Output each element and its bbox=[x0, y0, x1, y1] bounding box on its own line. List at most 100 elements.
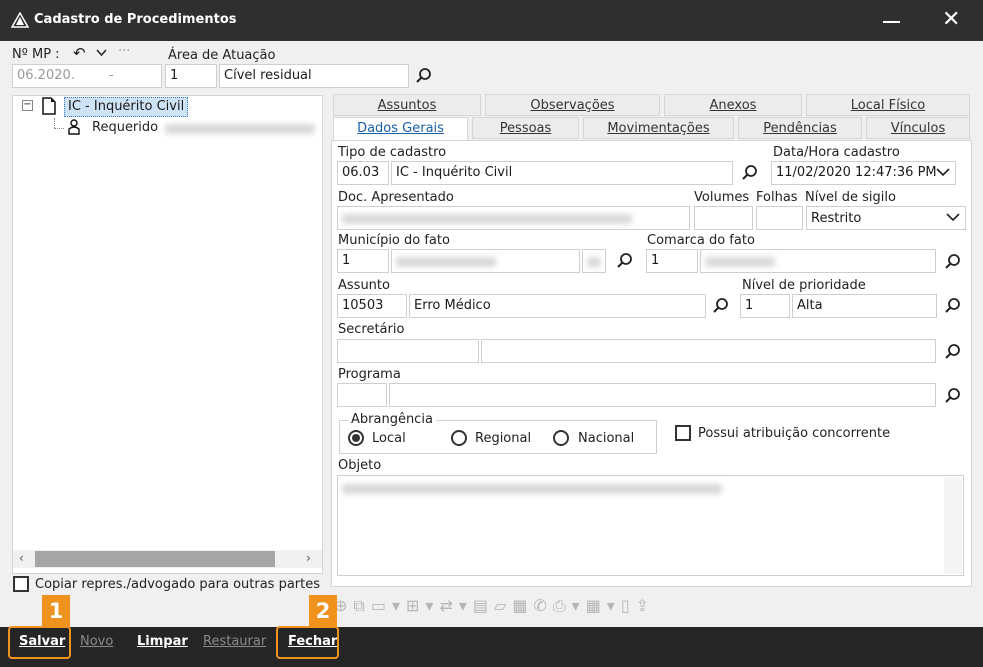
tree-line bbox=[54, 118, 55, 128]
tab-observacoes[interactable]: Observações bbox=[485, 94, 660, 116]
tab-assuntos[interactable]: Assuntos bbox=[333, 94, 481, 116]
copy-rep-label: Copiar repres./advogado para outras part… bbox=[35, 577, 321, 592]
tree-item-child[interactable]: Requerido bbox=[92, 120, 158, 135]
open-folder-icon[interactable]: ▱ bbox=[494, 596, 512, 615]
tree-collapse-icon[interactable]: − bbox=[22, 100, 33, 111]
tree-line bbox=[54, 128, 64, 129]
phone-icon[interactable]: ✆ bbox=[533, 596, 552, 615]
title-bar: Cadastro de Procedimentos ✕ bbox=[0, 0, 983, 41]
more-icon[interactable]: ··· bbox=[118, 44, 130, 59]
objeto-textarea[interactable] bbox=[337, 475, 964, 576]
volumes-label: Volumes bbox=[694, 190, 750, 205]
redacted-text bbox=[342, 484, 722, 494]
data-label: Data/Hora cadastro bbox=[773, 145, 900, 160]
tree-item-root[interactable]: IC - Inquérito Civil bbox=[64, 97, 189, 117]
municipio-uf-input[interactable] bbox=[582, 249, 606, 273]
programa-code-input[interactable] bbox=[337, 383, 387, 407]
restaurar-button[interactable]: Restaurar bbox=[203, 634, 266, 650]
tab-vinculos[interactable]: Vínculos bbox=[866, 117, 970, 139]
export-icon[interactable]: ⇪ bbox=[636, 596, 655, 615]
tab-pendencias[interactable]: Pendências bbox=[738, 117, 862, 139]
redacted-text bbox=[705, 257, 775, 267]
transfer-icon[interactable]: ⇄▾ bbox=[439, 596, 472, 615]
tipo-name-input[interactable]: IC - Inquérito Civil bbox=[391, 161, 733, 185]
objeto-label: Objeto bbox=[338, 458, 382, 473]
callout-number-2: 2 bbox=[309, 595, 337, 627]
mp-value: 06.2020. bbox=[17, 68, 75, 83]
redacted-text bbox=[342, 214, 632, 224]
area-name-input[interactable]: Cível residual bbox=[219, 64, 409, 88]
comarca-name-input[interactable] bbox=[700, 249, 936, 273]
abrangencia-label: Abrangência bbox=[348, 412, 436, 427]
area-code-input[interactable]: 1 bbox=[165, 64, 217, 88]
tab-pessoas[interactable]: Pessoas bbox=[472, 117, 579, 139]
radio-nacional[interactable] bbox=[553, 430, 569, 446]
municipio-name-input[interactable] bbox=[391, 249, 580, 273]
prioridade-name-input[interactable]: Alta bbox=[792, 294, 937, 318]
novo-button[interactable]: Novo bbox=[80, 634, 113, 650]
chevron-down-icon[interactable] bbox=[936, 168, 950, 177]
search-icon[interactable] bbox=[944, 387, 962, 405]
search-icon[interactable] bbox=[415, 67, 433, 85]
radio-local[interactable] bbox=[348, 430, 364, 446]
app-logo-icon bbox=[11, 12, 29, 28]
search-icon[interactable] bbox=[616, 252, 634, 270]
mp-dash: - bbox=[109, 68, 114, 83]
scrollbar-thumb[interactable] bbox=[35, 551, 275, 567]
copy-rep-checkbox[interactable] bbox=[13, 576, 29, 592]
tipo-code-input[interactable]: 06.03 bbox=[337, 161, 389, 185]
scroll-left-icon[interactable]: ‹ bbox=[19, 551, 24, 565]
chevron-down-icon[interactable] bbox=[946, 213, 960, 222]
undo-icon[interactable]: ↶ bbox=[73, 44, 86, 62]
secretario-label: Secretário bbox=[338, 322, 405, 337]
concorrente-checkbox[interactable] bbox=[675, 425, 691, 441]
data-hora-input[interactable]: 11/02/2020 12:47:36 PM bbox=[771, 161, 956, 185]
sigilo-label: Nível de sigilo bbox=[805, 190, 896, 205]
search-icon[interactable] bbox=[712, 297, 730, 315]
radio-regional[interactable] bbox=[451, 430, 467, 446]
clipboard-icon[interactable]: ▤ bbox=[473, 596, 494, 615]
doc-label: Doc. Apresentado bbox=[338, 190, 454, 205]
search-icon[interactable] bbox=[944, 297, 962, 315]
search-icon[interactable] bbox=[944, 253, 962, 271]
search-icon[interactable] bbox=[944, 343, 962, 361]
sigilo-select[interactable]: Restrito bbox=[806, 206, 966, 230]
assunto-name-input[interactable]: Erro Médico bbox=[409, 294, 706, 318]
search-icon[interactable] bbox=[741, 164, 759, 182]
assunto-code-input[interactable]: 10503 bbox=[337, 294, 407, 318]
folder-icon[interactable]: ▭▾ bbox=[371, 596, 406, 615]
scroll-right-icon[interactable]: › bbox=[306, 551, 311, 565]
prioridade-code-input[interactable]: 1 bbox=[740, 294, 790, 318]
mp-number-input[interactable]: 06.2020. - bbox=[12, 64, 162, 88]
redacted-text bbox=[396, 257, 496, 267]
tab-anexos[interactable]: Anexos bbox=[664, 94, 802, 116]
limpar-button[interactable]: Limpar bbox=[137, 634, 188, 650]
tree-icon[interactable]: ⊞▾ bbox=[406, 596, 439, 615]
objeto-scrollbar[interactable] bbox=[944, 477, 962, 574]
folhas-input[interactable] bbox=[756, 206, 803, 230]
print-icon[interactable]: ⎙▾ bbox=[553, 596, 586, 615]
tab-local-fisico[interactable]: Local Físico bbox=[806, 94, 970, 116]
secretario-code-input[interactable] bbox=[337, 339, 479, 363]
person-icon bbox=[68, 119, 80, 135]
volumes-input[interactable] bbox=[694, 206, 753, 230]
assunto-label: Assunto bbox=[338, 278, 390, 293]
tab-movimentacoes[interactable]: Movimentações bbox=[583, 117, 734, 139]
copy-icon[interactable]: ⧉ bbox=[353, 596, 370, 615]
chevron-down-icon[interactable] bbox=[96, 49, 107, 57]
secretario-name-input[interactable] bbox=[481, 339, 936, 363]
close-icon[interactable]: ✕ bbox=[942, 9, 960, 31]
programa-name-input[interactable] bbox=[389, 383, 936, 407]
comarca-code-input[interactable]: 1 bbox=[646, 249, 698, 273]
window-title: Cadastro de Procedimentos bbox=[34, 12, 237, 27]
calendar-icon[interactable]: ▦▾ bbox=[586, 596, 621, 615]
paste-icon[interactable]: ▦ bbox=[512, 596, 533, 615]
radio-nacional-label: Nacional bbox=[578, 431, 635, 446]
toolbar: ⊕⧉▭▾⊞▾⇄▾▤▱▦✆⎙▾▦▾▯⇪ bbox=[334, 596, 804, 622]
municipio-code-input[interactable]: 1 bbox=[337, 249, 389, 273]
minimize-icon[interactable] bbox=[883, 21, 900, 23]
folhas-label: Folhas bbox=[756, 190, 798, 205]
doc-search-icon[interactable]: ▯ bbox=[621, 596, 636, 615]
redacted-text bbox=[587, 257, 601, 267]
doc-input[interactable] bbox=[337, 206, 690, 230]
